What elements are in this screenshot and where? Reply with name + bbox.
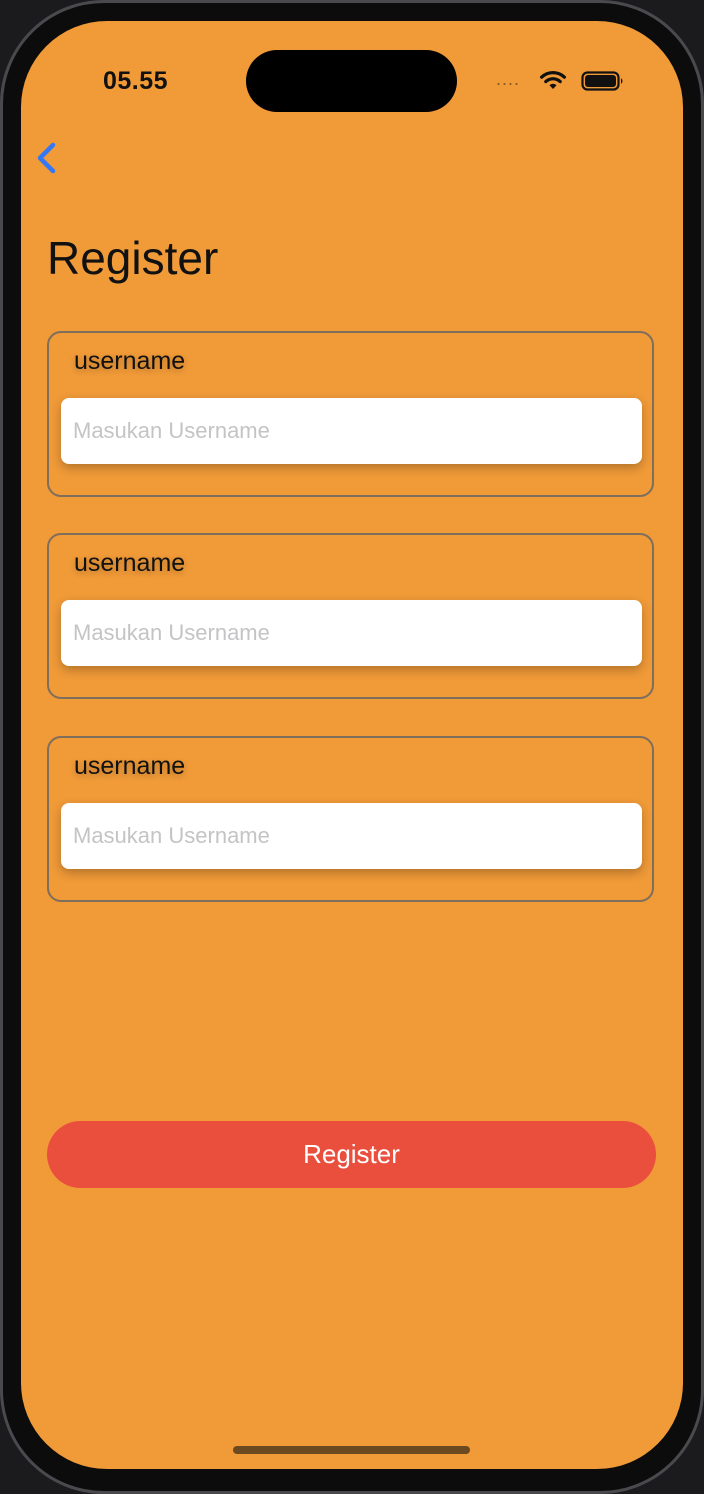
signal-icon: .... xyxy=(496,69,521,89)
dynamic-island xyxy=(246,50,457,112)
chevron-left-icon xyxy=(37,142,56,174)
register-button[interactable]: Register xyxy=(47,1121,656,1188)
app-screen: 05.55 .... Register username username xyxy=(21,21,683,1469)
username-field-group-2: username xyxy=(47,533,654,699)
page-title: Register xyxy=(47,232,219,284)
username-input-2[interactable] xyxy=(61,600,642,666)
field-label: username xyxy=(74,347,186,375)
username-input-1[interactable] xyxy=(61,398,642,464)
username-field-group-1: username xyxy=(47,331,654,497)
field-label: username xyxy=(74,752,186,780)
battery-icon xyxy=(581,71,623,91)
phone-frame: 05.55 .... Register username username xyxy=(0,0,704,1494)
wifi-icon xyxy=(540,71,566,89)
back-button[interactable] xyxy=(31,139,65,179)
field-label: username xyxy=(74,549,186,577)
username-field-group-3: username xyxy=(47,736,654,902)
username-input-3[interactable] xyxy=(61,803,642,869)
home-indicator[interactable] xyxy=(233,1446,470,1454)
status-time: 05.55 xyxy=(103,67,169,95)
